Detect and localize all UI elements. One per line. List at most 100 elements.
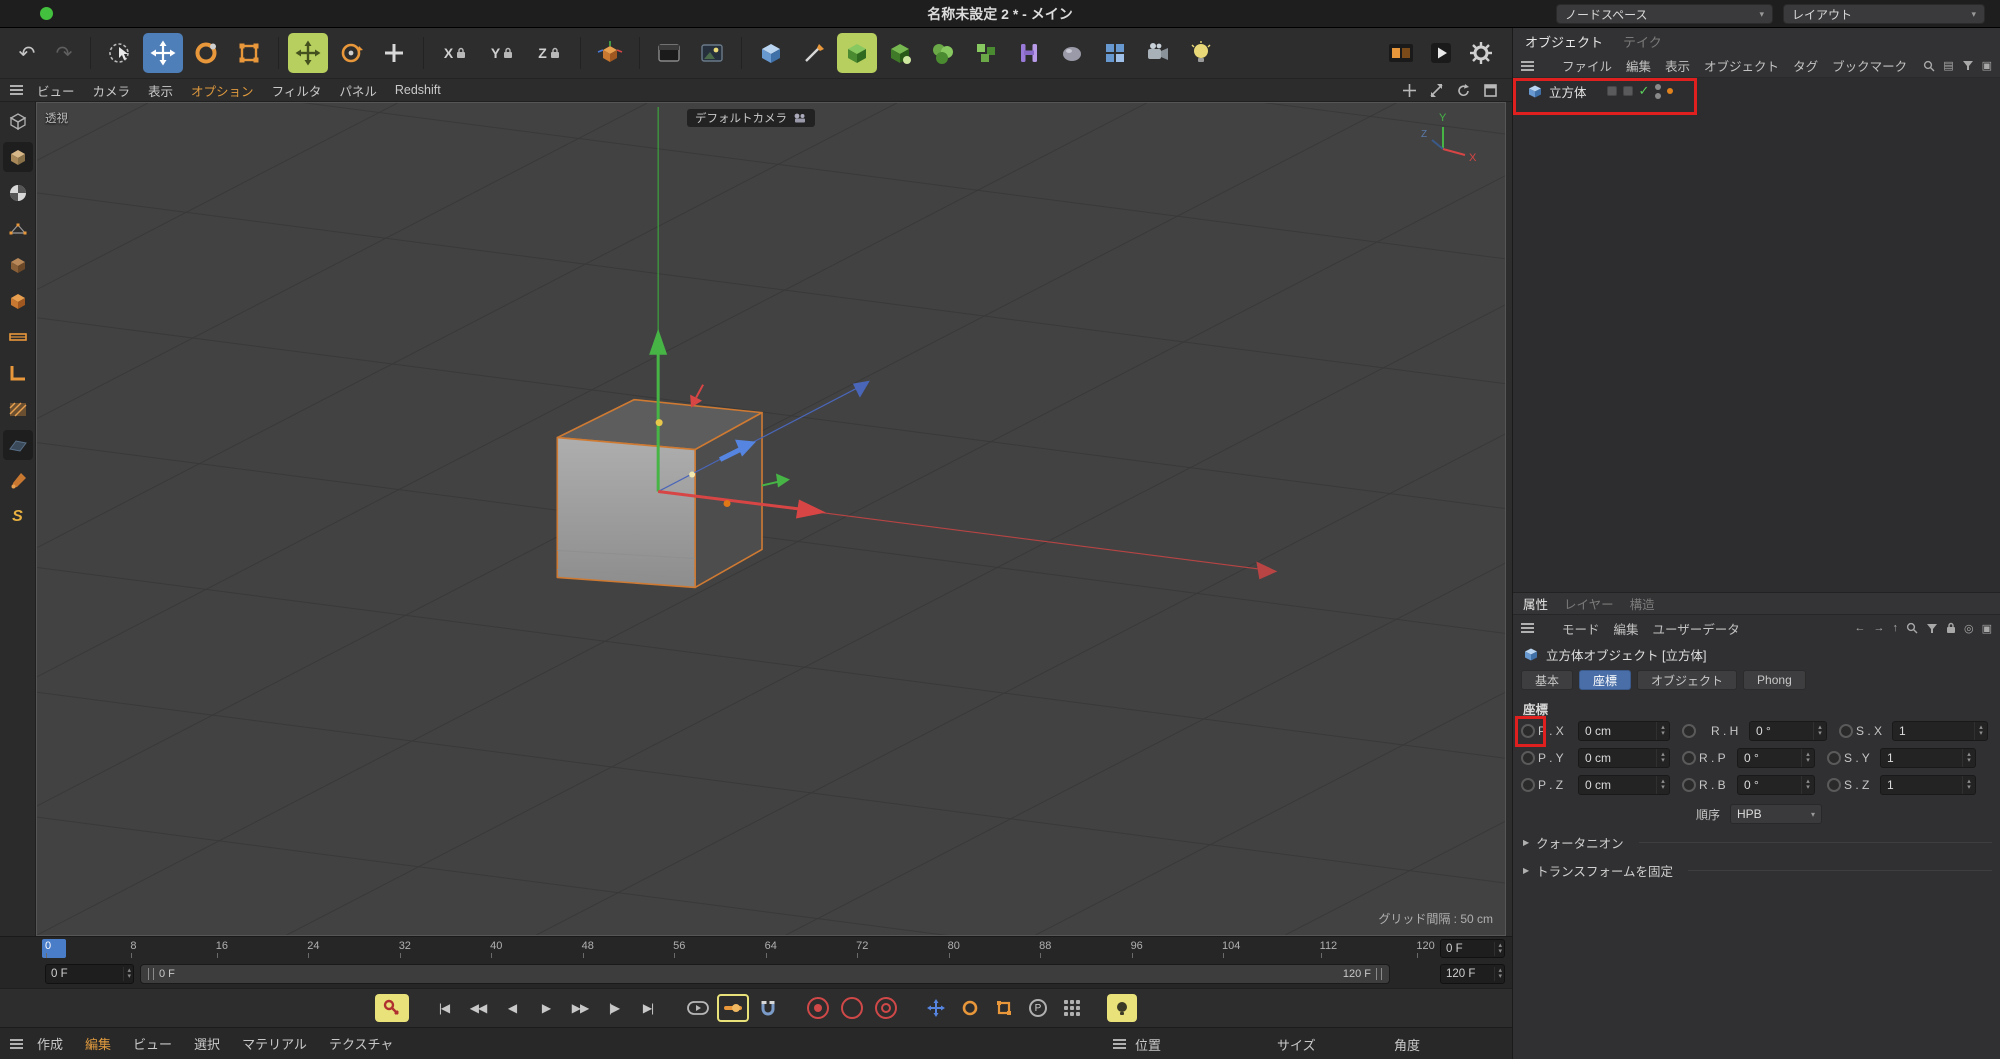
zoom-view-icon[interactable]	[1429, 83, 1444, 98]
tab-objects[interactable]: オブジェクト	[1525, 32, 1603, 51]
object-name[interactable]: 立方体	[1549, 82, 1587, 101]
bottom-menu-icon[interactable]	[10, 1039, 23, 1049]
section-quaternion[interactable]: ▶ クォータニオン	[1513, 831, 2000, 853]
om-menu-objects[interactable]: オブジェクト	[1704, 56, 1779, 75]
sx-keyframe-dot[interactable]	[1839, 724, 1853, 738]
layer-toggle-icon[interactable]	[1623, 86, 1633, 96]
pan-view-icon[interactable]	[1402, 83, 1417, 98]
prev-frame-button[interactable]: ◀	[497, 994, 527, 1022]
display-dot-icon[interactable]	[1667, 88, 1673, 94]
render-queue-button[interactable]	[1384, 33, 1418, 73]
prev-key-button[interactable]: ◀◀	[463, 994, 493, 1022]
tab-coordinates[interactable]: 座標	[1579, 670, 1631, 690]
stepper[interactable]: ▴▾	[1962, 776, 1975, 794]
model-mode-button[interactable]	[3, 142, 33, 172]
menu-select[interactable]: 選択	[194, 1034, 220, 1053]
sz-field[interactable]: 1▴▾	[1880, 775, 1976, 795]
enabled-check-icon[interactable]: ✓	[1639, 83, 1650, 99]
rp-field[interactable]: 0 °▴▾	[1737, 748, 1815, 768]
forward-icon[interactable]: →	[1873, 622, 1884, 634]
layer-toggle-icon[interactable]	[1607, 86, 1617, 96]
pz-field[interactable]: 0 cm▴▾	[1578, 775, 1670, 795]
om-menu-icon[interactable]	[1521, 61, 1534, 71]
subdivision-surface-button[interactable]	[837, 33, 877, 73]
point-mode-button[interactable]	[3, 214, 33, 244]
solo-mode-button[interactable]	[1107, 994, 1137, 1022]
menu-texture[interactable]: テクスチャ	[329, 1034, 393, 1053]
keyframe-presets-button[interactable]	[871, 994, 901, 1022]
camera-label-chip[interactable]: デフォルトカメラ	[687, 109, 815, 127]
tab-attributes[interactable]: 属性	[1523, 594, 1548, 613]
tab-basic[interactable]: 基本	[1521, 670, 1573, 690]
light-button[interactable]	[1181, 33, 1221, 73]
point-level-animation-toggle[interactable]	[1057, 994, 1087, 1022]
tab-layers[interactable]: レイヤー	[1564, 594, 1614, 613]
new-panel-icon[interactable]: ▣	[1982, 622, 1992, 635]
spline-pen-button[interactable]	[794, 33, 834, 73]
autokeying-button[interactable]	[837, 994, 867, 1022]
array-button[interactable]	[966, 33, 1006, 73]
sy-keyframe-dot[interactable]	[1827, 751, 1841, 765]
key-position-toggle[interactable]	[921, 994, 951, 1022]
menu-view[interactable]: ビュー	[37, 81, 75, 100]
search-icon[interactable]	[1906, 622, 1918, 634]
sy-field[interactable]: 1▴▾	[1880, 748, 1976, 768]
filter-icon[interactable]	[1926, 623, 1938, 634]
next-key-button[interactable]: ▶▶	[565, 994, 595, 1022]
window-button-green[interactable]	[40, 7, 53, 20]
camera-button[interactable]	[1138, 33, 1178, 73]
menu-camera[interactable]: カメラ	[93, 81, 131, 100]
py-field[interactable]: 0 cm▴▾	[1578, 748, 1670, 768]
start-frame-field[interactable]: 0 F ▴▾	[45, 964, 134, 984]
stepper[interactable]: ▴▾	[1656, 749, 1669, 767]
texture-mode-button[interactable]	[3, 178, 33, 208]
menu-material[interactable]: マテリアル	[242, 1034, 307, 1053]
am-menu-edit[interactable]: 編集	[1614, 619, 1639, 638]
record-keyframes-button[interactable]	[803, 994, 833, 1022]
goto-end-button[interactable]: ▶|	[633, 994, 663, 1022]
panel-icon[interactable]: ▣	[1982, 59, 1992, 72]
stepper[interactable]: ▴▾	[1801, 776, 1814, 794]
frame-stepper[interactable]: ▴▾	[123, 967, 131, 981]
object-tree[interactable]: 立方体 ✓	[1513, 78, 2000, 592]
goto-start-button[interactable]: |◀	[429, 994, 459, 1022]
rb-field[interactable]: 0 °▴▾	[1737, 775, 1815, 795]
tab-structure[interactable]: 構造	[1630, 594, 1655, 613]
workplane-mode-button[interactable]	[3, 430, 33, 460]
corner-mode-button[interactable]	[3, 358, 33, 388]
autokey-button[interactable]	[375, 994, 409, 1022]
range-grip-left[interactable]	[148, 968, 154, 980]
add-object-button[interactable]	[374, 33, 414, 73]
stepper[interactable]: ▴▾	[1974, 722, 1987, 740]
key-parameter-toggle[interactable]: P	[1023, 994, 1053, 1022]
volume-builder-button[interactable]	[923, 33, 963, 73]
texture-axis-mode-button[interactable]	[3, 394, 33, 424]
matrix-button[interactable]	[1095, 33, 1135, 73]
coord-manager-menu-icon[interactable]	[1113, 1028, 1126, 1059]
stepper[interactable]: ▴▾	[1962, 749, 1975, 767]
nodespace-dropdown[interactable]: ノードスペース ▾	[1556, 4, 1773, 24]
z-lock-button[interactable]: Z	[527, 33, 571, 73]
order-dropdown[interactable]: HPB ▾	[1730, 804, 1822, 824]
om-menu-view[interactable]: 表示	[1665, 56, 1690, 75]
menu-options[interactable]: オプション	[191, 81, 254, 100]
enable-axis-button[interactable]	[288, 33, 328, 73]
playback-mode-button[interactable]	[683, 994, 713, 1022]
render-settings-button[interactable]	[692, 33, 732, 73]
cube-primitive-button[interactable]	[751, 33, 791, 73]
menu-create[interactable]: 作成	[37, 1034, 63, 1053]
move-tool-button[interactable]	[143, 33, 183, 73]
generator-button[interactable]	[880, 33, 920, 73]
menu-view-bottom[interactable]: ビュー	[133, 1034, 172, 1053]
menu-edit[interactable]: 編集	[85, 1034, 111, 1053]
tab-phong[interactable]: Phong	[1743, 670, 1806, 690]
back-icon[interactable]: ←	[1854, 622, 1865, 634]
object-row-cube[interactable]: 立方体 ✓	[1513, 78, 2000, 104]
sx-field[interactable]: 1▴▾	[1892, 721, 1988, 741]
frame-stepper[interactable]: ▴▾	[1494, 942, 1502, 956]
stepper[interactable]: ▴▾	[1813, 722, 1826, 740]
py-keyframe-dot[interactable]	[1521, 751, 1535, 765]
rb-keyframe-dot[interactable]	[1682, 778, 1696, 792]
coordinate-system-button[interactable]	[590, 33, 630, 73]
px-keyframe-dot[interactable]	[1521, 724, 1535, 738]
